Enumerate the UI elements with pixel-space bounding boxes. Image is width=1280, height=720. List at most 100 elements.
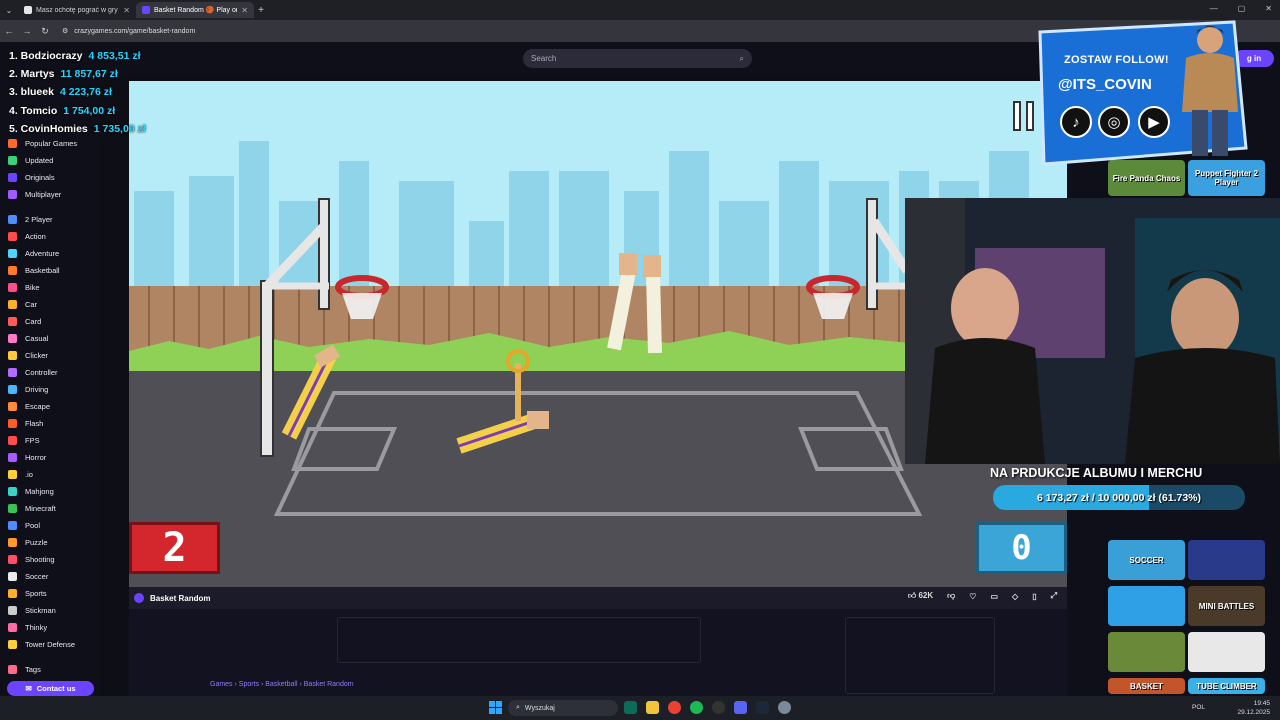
streamer-avatar <box>1182 26 1238 156</box>
sidebar-item-car[interactable]: Car <box>8 297 37 311</box>
game-thumbnail[interactable]: MINI BATTLES <box>1188 586 1265 626</box>
search-input[interactable]: Search ⌕ <box>523 49 752 68</box>
windows-start-icon[interactable] <box>489 701 502 714</box>
sidebar-item-fps[interactable]: FPS <box>8 433 40 447</box>
game-thumbnail[interactable] <box>1188 632 1265 672</box>
sidebar-item-label: Originals <box>25 172 55 182</box>
youtube-icon: ▶ <box>1138 106 1170 138</box>
app-icon[interactable] <box>624 701 637 714</box>
browser-tab-2[interactable]: Basket Random 🏀 Play on... ✕ <box>136 2 254 18</box>
sidebar-item-card[interactable]: Card <box>8 314 41 328</box>
donation-amount: 4 853,51 zł <box>88 50 141 62</box>
sidebar-item-tower-defense[interactable]: Tower Defense <box>8 637 75 651</box>
game-thumbnail[interactable]: BASKET <box>1108 678 1185 694</box>
search-icon[interactable]: ⌕ <box>740 54 744 64</box>
sidebar-item-thinky[interactable]: Thinky <box>8 620 47 634</box>
close-window-icon[interactable]: ✕ <box>1265 4 1272 13</box>
sidebar-item-action[interactable]: Action <box>8 229 46 243</box>
browser-tab-1[interactable]: Masz ochotę pograć w gry Mu... ✕ <box>18 2 136 18</box>
sidebar-item-shooting[interactable]: Shooting <box>8 552 55 566</box>
sidebar-item-tags[interactable]: Tags <box>8 662 41 676</box>
game-thumbnail[interactable] <box>1108 586 1185 626</box>
feedback-icon[interactable]: ▭ <box>990 592 998 601</box>
sidebar-item-casual[interactable]: Casual <box>8 331 48 345</box>
tab-favicon <box>142 6 150 14</box>
search-icon: ⌕ <box>516 704 520 711</box>
category-icon <box>8 503 17 513</box>
spotify-icon[interactable] <box>690 701 703 714</box>
breadcrumb[interactable]: Games › Sports › Basketball › Basket Ran… <box>210 681 354 688</box>
discord-icon[interactable] <box>734 701 747 714</box>
contact-us-button[interactable]: ✉ Contact us <box>7 681 94 696</box>
sidebar-item-flash[interactable]: Flash <box>8 416 43 430</box>
sidebar-item-sports[interactable]: Sports <box>8 586 47 600</box>
category-icon <box>8 172 17 182</box>
below-game-area: Games › Sports › Basketball › Basket Ran… <box>129 609 1067 696</box>
leaderboard-row: 4. Tomcio 1 754,00 zł <box>9 102 146 120</box>
sidebar-item-updated[interactable]: Updated <box>8 153 53 167</box>
follow-text: ZOSTAW FOLLOW! <box>1064 54 1169 66</box>
sidebar-item-bike[interactable]: Bike <box>8 280 40 294</box>
sidebar-item-2-player[interactable]: 2 Player <box>8 212 53 226</box>
maximize-icon[interactable]: ▢ <box>1238 4 1246 13</box>
back-icon[interactable]: ← <box>0 26 18 36</box>
fullscreen-icon[interactable]: ⤢ <box>1051 591 1057 601</box>
sidebar-item-label: Bike <box>25 282 40 292</box>
sidebar-item-basketball[interactable]: Basketball <box>8 263 60 277</box>
sidebar-item-label: Popular Games <box>25 138 78 148</box>
heart-icon[interactable]: ♡ <box>969 592 976 601</box>
game-thumbnail[interactable]: SOCCER <box>1108 540 1185 580</box>
sidebar-item-originals[interactable]: Originals <box>8 170 55 184</box>
donor-name: 2. Martys <box>9 68 55 81</box>
minimize-icon[interactable]: — <box>1210 4 1218 13</box>
sidebar-item-label: Shooting <box>25 554 55 564</box>
url-field[interactable]: ⚙ crazygames.com/game/basket-random <box>62 27 195 36</box>
close-tab-icon[interactable]: ✕ <box>123 6 130 15</box>
category-icon <box>8 384 17 394</box>
settings-icon[interactable] <box>778 701 791 714</box>
language-indicator[interactable]: POL <box>1192 704 1205 711</box>
chrome-icon[interactable] <box>668 701 681 714</box>
file-explorer-icon[interactable] <box>646 701 659 714</box>
game-toolbar: Basket Random 👍︎ 62K 👎︎ ♡ ▭ ◇ ▯ ⤢ <box>129 587 1067 609</box>
windows-taskbar: ⌕ Wyszukaj POL 19:45 29.12.2025 <box>0 696 1280 720</box>
sidebar-item-label: Thinky <box>25 622 48 632</box>
phone-icon[interactable]: ▯ <box>1032 592 1036 601</box>
score-left: 2 <box>129 522 220 574</box>
sidebar-item-horror[interactable]: Horror <box>8 450 46 464</box>
category-icon <box>8 554 17 564</box>
sidebar-item-pool[interactable]: Pool <box>8 518 40 532</box>
like-button[interactable]: 👍︎ 62K <box>908 591 933 601</box>
sidebar-item-soccer[interactable]: Soccer <box>8 569 48 583</box>
tab-list-icon[interactable]: ⌄ <box>0 6 18 15</box>
steam-icon[interactable] <box>756 701 769 714</box>
category-icon <box>8 588 17 598</box>
pause-button[interactable] <box>1013 101 1034 131</box>
close-tab-icon[interactable]: ✕ <box>241 6 248 15</box>
obs-icon[interactable] <box>712 701 725 714</box>
taskbar-search[interactable]: ⌕ Wyszukaj <box>508 700 618 716</box>
sidebar-item-adventure[interactable]: Adventure <box>8 246 59 260</box>
sidebar-item-controller[interactable]: Controller <box>8 365 58 379</box>
follow-handle: @ITS_COVIN <box>1058 76 1152 93</box>
sidebar-item-puzzle[interactable]: Puzzle <box>8 535 48 549</box>
forward-icon[interactable]: → <box>18 26 36 36</box>
game-thumbnail[interactable]: TUBE CLIMBER <box>1188 678 1265 694</box>
thumbs-down-icon[interactable]: 👎︎ <box>947 591 955 601</box>
sidebar-item-popular-games[interactable]: Popular Games <box>8 136 77 150</box>
site-info-icon[interactable]: ⚙ <box>62 27 68 35</box>
sidebar-item-mahjong[interactable]: Mahjong <box>8 484 54 498</box>
sidebar-item-escape[interactable]: Escape <box>8 399 50 413</box>
game-thumbnail[interactable] <box>1188 540 1265 580</box>
new-tab-button[interactable]: + <box>254 5 268 16</box>
sidebar-item-stickman[interactable]: Stickman <box>8 603 56 617</box>
share-icon[interactable]: ◇ <box>1012 592 1018 601</box>
sidebar-item-multiplayer[interactable]: Multiplayer <box>8 187 61 201</box>
reload-icon[interactable]: ↻ <box>36 26 54 37</box>
sidebar-item-minecraft[interactable]: Minecraft <box>8 501 56 515</box>
sidebar-item-driving[interactable]: Driving <box>8 382 48 396</box>
game-thumbnail[interactable] <box>1108 632 1185 672</box>
sidebar-item-clicker[interactable]: Clicker <box>8 348 48 362</box>
clock[interactable]: 19:45 29.12.2025 <box>1237 699 1270 717</box>
sidebar-item-io[interactable]: .io <box>8 467 33 481</box>
